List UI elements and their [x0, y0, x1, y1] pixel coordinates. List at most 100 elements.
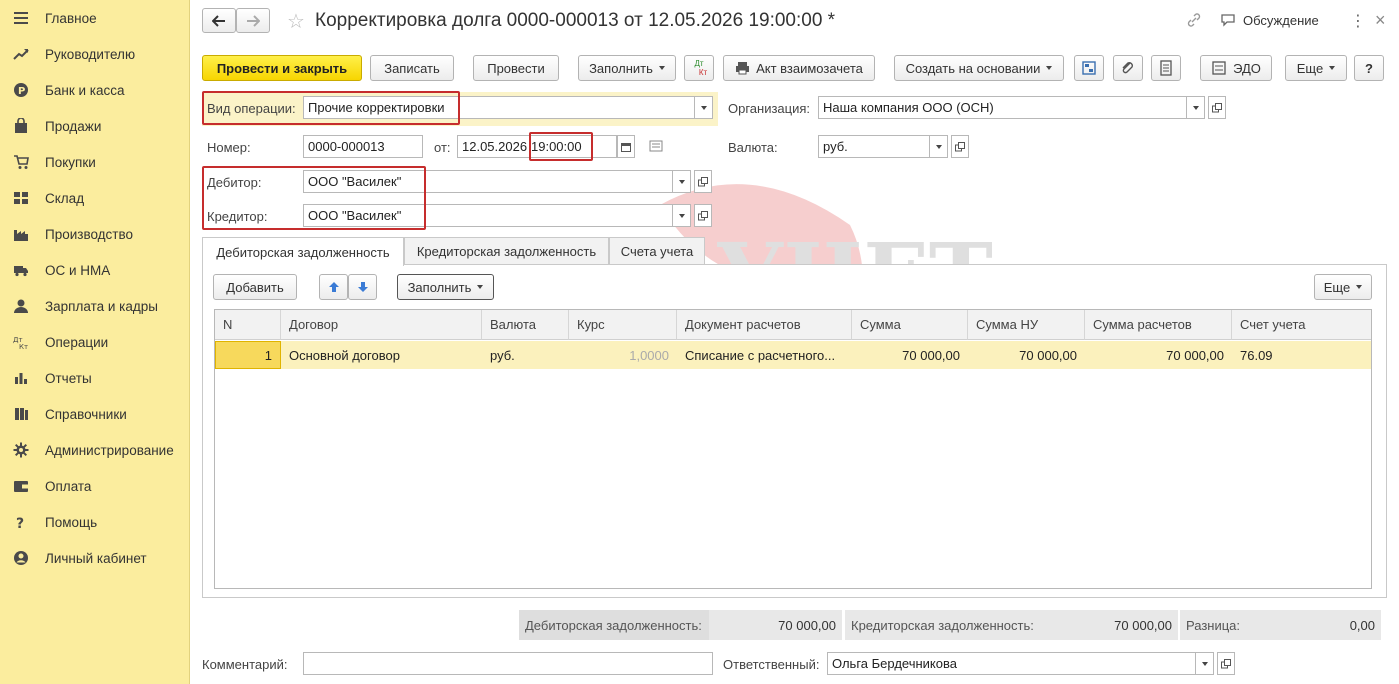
offset-act-button[interactable]: Акт взаимозачета [723, 55, 875, 81]
cell-currency[interactable]: руб. [482, 341, 569, 369]
more-button[interactable]: Еще [1285, 55, 1347, 81]
column-header-account[interactable]: Счет учета [1232, 310, 1371, 340]
column-header-n[interactable]: N [215, 310, 281, 340]
creditor-field[interactable]: ООО "Василек" [303, 204, 673, 227]
cell-account[interactable]: 76.09 [1232, 341, 1371, 369]
sidebar-item-bank[interactable]: P Банк и касса [0, 72, 190, 108]
edo-button[interactable]: ЭДО [1200, 55, 1272, 81]
currency-dropdown[interactable] [930, 135, 948, 158]
shopping-bag-icon [12, 117, 30, 135]
difference-value: 0,00 [1246, 610, 1381, 640]
structure-button[interactable] [1074, 55, 1104, 81]
open-window-icon [698, 210, 708, 220]
sidebar-item-reports[interactable]: Отчеты [0, 360, 190, 396]
responsible-label: Ответственный: [723, 657, 820, 672]
attach-button[interactable] [1113, 55, 1143, 81]
cell-contract[interactable]: Основной договор [281, 341, 482, 369]
sidebar-item-warehouse[interactable]: Склад [0, 180, 190, 216]
fill-dropdown-button[interactable]: Заполнить [578, 55, 676, 81]
comment-field[interactable] [303, 652, 713, 675]
operation-field[interactable]: Прочие корректировки [303, 96, 695, 119]
document-history-icon[interactable] [649, 140, 663, 155]
column-header-amount[interactable]: Сумма [852, 310, 968, 340]
close-icon[interactable]: × [1375, 10, 1386, 31]
page-title: Корректировка долга 0000-000013 от 12.05… [315, 10, 836, 31]
user-circle-icon [12, 549, 30, 567]
organization-open-button[interactable] [1208, 96, 1226, 119]
sidebar-item-manager[interactable]: Руководителю [0, 36, 190, 72]
receivables-total-value: 70 000,00 [709, 610, 842, 640]
tab-accounts[interactable]: Счета учета [609, 237, 705, 265]
move-down-button[interactable] [348, 274, 377, 300]
calendar-button[interactable] [617, 135, 635, 158]
number-field[interactable]: 0000-000013 [303, 135, 423, 158]
sidebar-item-main[interactable]: Главное [0, 0, 190, 36]
chevron-down-icon [1046, 66, 1053, 70]
chevron-down-icon [1356, 285, 1363, 289]
cell-rate[interactable]: 1,0000 [569, 341, 677, 369]
payables-total-value: 70 000,00 [1045, 610, 1178, 640]
link-icon[interactable] [1186, 12, 1202, 31]
post-button[interactable]: Провести [473, 55, 559, 81]
receivables-table[interactable]: N Договор Валюта Курс Документ расчетов … [214, 309, 1372, 589]
sidebar-item-account[interactable]: Личный кабинет [0, 540, 190, 576]
cell-settlement-doc[interactable]: Списание с расчетного... [677, 341, 852, 369]
report-button[interactable] [1151, 55, 1181, 81]
time-field[interactable]: 19:00:00 [527, 135, 617, 158]
sidebar-item-references[interactable]: Справочники [0, 396, 190, 432]
sidebar-item-purchases[interactable]: Покупки [0, 144, 190, 180]
column-header-settlement-amount[interactable]: Сумма расчетов [1085, 310, 1232, 340]
debtor-dropdown[interactable] [673, 170, 691, 193]
cell-amount-tax[interactable]: 70 000,00 [968, 341, 1085, 369]
open-window-icon [1221, 658, 1231, 668]
cell-n[interactable]: 1 [215, 341, 281, 369]
responsible-open-button[interactable] [1217, 652, 1235, 675]
create-based-on-button[interactable]: Создать на основании [894, 55, 1064, 81]
move-up-button[interactable] [319, 274, 348, 300]
table-more-button[interactable]: Еще [1314, 274, 1372, 300]
discussion-link[interactable]: Обсуждение [1243, 13, 1319, 28]
responsible-dropdown[interactable] [1196, 652, 1214, 675]
cell-amount[interactable]: 70 000,00 [852, 341, 968, 369]
sidebar-item-admin[interactable]: Администрирование [0, 432, 190, 468]
open-window-icon [955, 141, 965, 151]
creditor-open-button[interactable] [694, 204, 712, 227]
back-button[interactable] [202, 8, 236, 33]
column-header-contract[interactable]: Договор [281, 310, 482, 340]
tab-receivables[interactable]: Дебиторская задолженность [202, 237, 404, 266]
sidebar-item-payment[interactable]: Оплата [0, 468, 190, 504]
debtor-field[interactable]: ООО "Василек" [303, 170, 673, 193]
organization-field[interactable]: Наша компания ООО (ОСН) [818, 96, 1187, 119]
operation-dropdown[interactable] [695, 96, 713, 119]
table-row[interactable]: 1 Основной договор руб. 1,0000 Списание … [215, 341, 1371, 369]
date-field[interactable]: 12.05.2026 [457, 135, 527, 158]
save-button[interactable]: Записать [370, 55, 454, 81]
cell-settlement-amount[interactable]: 70 000,00 [1085, 341, 1232, 369]
column-header-settlement-doc[interactable]: Документ расчетов [677, 310, 852, 340]
favorite-star-icon[interactable]: ☆ [287, 9, 305, 34]
svg-text:P: P [18, 86, 25, 97]
sidebar-item-help[interactable]: ? Помощь [0, 504, 190, 540]
responsible-field[interactable]: Ольга Бердечникова [827, 652, 1196, 675]
forward-button[interactable] [236, 8, 270, 33]
column-header-rate[interactable]: Курс [569, 310, 677, 340]
column-header-amount-tax[interactable]: Сумма НУ [968, 310, 1085, 340]
post-and-close-button[interactable]: Провести и закрыть [202, 55, 362, 81]
column-header-currency[interactable]: Валюта [482, 310, 569, 340]
dtkt-button[interactable]: Дт Кт [684, 55, 714, 81]
sidebar-item-production[interactable]: Производство [0, 216, 190, 252]
sidebar-item-salary[interactable]: Зарплата и кадры [0, 288, 190, 324]
sidebar-item-sales[interactable]: Продажи [0, 108, 190, 144]
currency-open-button[interactable] [951, 135, 969, 158]
creditor-dropdown[interactable] [673, 204, 691, 227]
currency-field[interactable]: руб. [818, 135, 930, 158]
sidebar-item-assets[interactable]: ОС и НМА [0, 252, 190, 288]
tab-payables[interactable]: Кредиторская задолженность [404, 237, 609, 265]
organization-dropdown[interactable] [1187, 96, 1205, 119]
kebab-menu-icon[interactable]: ⋮ [1350, 11, 1366, 31]
help-button[interactable]: ? [1354, 55, 1384, 81]
add-row-button[interactable]: Добавить [213, 274, 297, 300]
debtor-open-button[interactable] [694, 170, 712, 193]
sidebar-item-operations[interactable]: Дт Кт Операции [0, 324, 190, 360]
table-fill-button[interactable]: Заполнить [397, 274, 494, 300]
